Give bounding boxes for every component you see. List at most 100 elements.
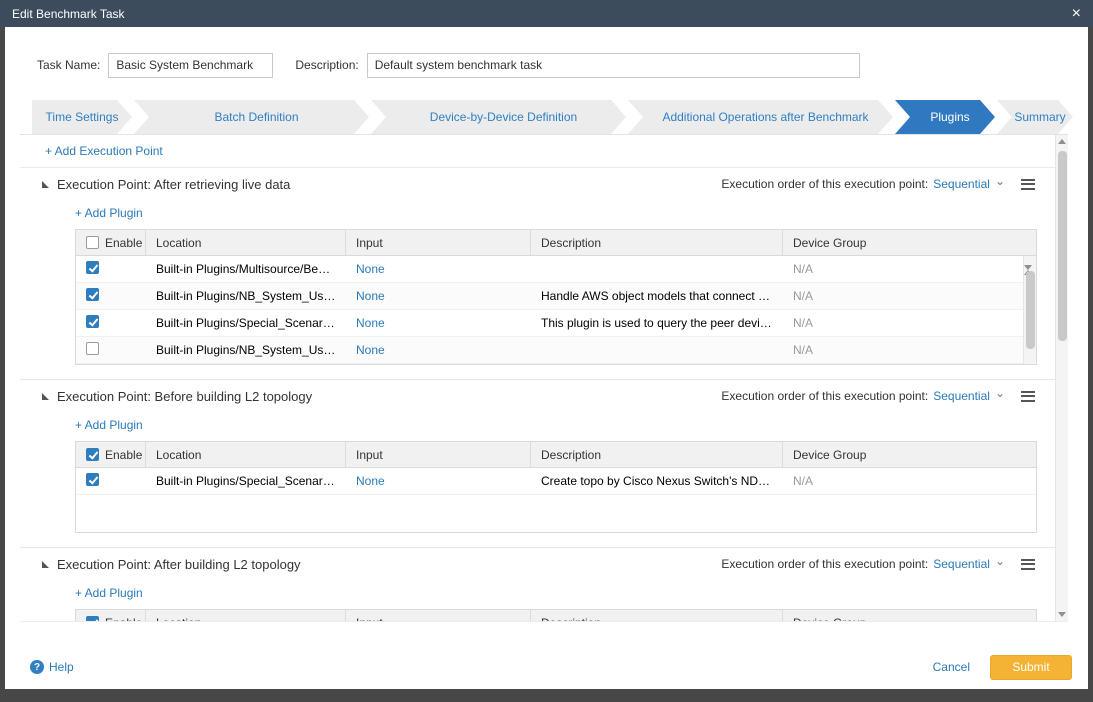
task-name-label: Task Name: <box>37 58 100 72</box>
plugin-description: Create topo by Cisco Nexus Switch's NDP … <box>531 474 783 488</box>
plugin-table: Enable Location Input Description Device… <box>75 609 1037 621</box>
description-label: Description: <box>295 58 358 72</box>
tab-device-by-device-definition[interactable]: Device-by-Device Definition <box>371 100 626 134</box>
menu-icon[interactable] <box>1021 179 1035 190</box>
execution-point-section: Execution Point: After building L2 topol… <box>20 547 1055 621</box>
enable-all-checkbox[interactable] <box>86 236 99 249</box>
menu-icon[interactable] <box>1021 559 1035 570</box>
enable-all-checkbox[interactable] <box>86 616 99 621</box>
device-group-value: N/A <box>783 262 1023 276</box>
scrollbar-thumb[interactable] <box>1058 151 1067 341</box>
enable-checkbox[interactable] <box>86 473 99 486</box>
dialog-title: Edit Benchmark Task <box>12 7 125 21</box>
task-name-input[interactable] <box>108 53 273 78</box>
column-header-device-group: Device Group <box>783 610 1036 621</box>
execution-point-section: Execution Point: After retrieving live d… <box>20 168 1055 365</box>
enable-checkbox[interactable] <box>86 315 99 328</box>
table-row[interactable]: Built-in Plugins/Special_Scenarios/... N… <box>76 310 1023 337</box>
column-header-input: Input <box>346 230 531 255</box>
table-row[interactable]: Built-in Plugins/NB_System_Use/Si... Non… <box>76 337 1023 364</box>
close-icon[interactable]: × <box>1072 6 1081 22</box>
plugin-description: This plugin is used to query the peer de… <box>531 316 783 330</box>
add-plugin-link[interactable]: + Add Plugin <box>75 206 143 220</box>
column-header-device-group: Device Group <box>783 442 1036 467</box>
collapse-triangle-icon[interactable] <box>42 393 49 400</box>
tab-summary[interactable]: Summary <box>997 100 1073 134</box>
input-link[interactable]: None <box>356 316 385 330</box>
chevron-down-icon: ⌄ <box>995 174 1005 188</box>
add-plugin-link[interactable]: + Add Plugin <box>75 418 143 432</box>
collapse-triangle-icon[interactable] <box>42 181 49 188</box>
execution-order-value: Sequential <box>933 557 990 571</box>
chevron-down-icon: ⌄ <box>995 386 1005 400</box>
execution-order-dropdown[interactable]: Sequential ⌄ <box>933 389 1005 403</box>
tab-plugins[interactable]: Plugins <box>895 100 995 134</box>
enable-all-checkbox[interactable] <box>86 448 99 461</box>
device-group-value: N/A <box>783 474 1036 488</box>
column-header-location: Location <box>146 610 346 621</box>
plugin-location: Built-in Plugins/Special_Scenarios/... <box>146 474 346 488</box>
enable-checkbox[interactable] <box>86 288 99 301</box>
execution-order-dropdown[interactable]: Sequential ⌄ <box>933 557 1005 571</box>
execution-order-label: Execution order of this execution point: <box>721 389 928 403</box>
plugin-table: Enable Location Input Description Device… <box>75 441 1037 533</box>
tab-time-settings[interactable]: Time Settings <box>32 100 132 134</box>
table-header-row: Enable Location Input Description Device… <box>76 442 1036 468</box>
help-label: Help <box>49 660 74 674</box>
column-header-location: Location <box>146 230 346 255</box>
scrollbar-thumb[interactable] <box>1026 271 1035 349</box>
execution-point-title: Execution Point: After building L2 topol… <box>57 557 301 572</box>
table-scrollbar[interactable] <box>1023 256 1036 364</box>
input-link[interactable]: None <box>356 343 385 357</box>
edit-benchmark-task-dialog: Edit Benchmark Task × Task Name: Descrip… <box>0 0 1093 702</box>
enable-checkbox[interactable] <box>86 261 99 274</box>
submit-button[interactable]: Submit <box>990 655 1072 680</box>
input-link[interactable]: None <box>356 262 385 276</box>
plugin-location: Built-in Plugins/Multisource/Benc... <box>146 262 346 276</box>
main-scrollbar[interactable] <box>1055 135 1068 621</box>
add-execution-point-link[interactable]: + Add Execution Point <box>45 144 163 158</box>
plugin-location: Built-in Plugins/Special_Scenarios/... <box>146 316 346 330</box>
table-header-row: Enable Location Input Description Device… <box>76 230 1036 256</box>
dialog-body: Task Name: Description: Time Settings Ba… <box>5 27 1088 689</box>
input-link[interactable]: None <box>356 289 385 303</box>
add-plugin-link[interactable]: + Add Plugin <box>75 586 143 600</box>
wizard-tabs: Time Settings Batch Definition Device-by… <box>32 100 1075 134</box>
execution-point-title: Execution Point: Before building L2 topo… <box>57 389 312 404</box>
column-header-enable: Enable <box>105 236 142 250</box>
task-form-row: Task Name: Description: <box>37 52 1068 78</box>
scroll-down-icon[interactable] <box>1056 608 1068 621</box>
description-input[interactable] <box>367 53 860 78</box>
column-header-description: Description <box>531 442 783 467</box>
execution-order-label: Execution order of this execution point: <box>721 557 928 571</box>
table-row[interactable]: Built-in Plugins/Multisource/Benc... Non… <box>76 256 1023 283</box>
device-group-value: N/A <box>783 343 1023 357</box>
execution-point-header: Execution Point: After building L2 topol… <box>20 548 1055 580</box>
column-header-enable: Enable <box>105 448 142 462</box>
tab-batch-definition[interactable]: Batch Definition <box>134 100 369 134</box>
cancel-button[interactable]: Cancel <box>933 660 970 674</box>
plugin-description: Handle AWS object models that connect to… <box>531 289 783 303</box>
execution-order-label: Execution order of this execution point: <box>721 177 928 191</box>
execution-order-dropdown[interactable]: Sequential ⌄ <box>933 177 1005 191</box>
column-header-device-group: Device Group <box>783 230 1036 255</box>
column-header-input: Input <box>346 610 531 621</box>
table-row[interactable]: Built-in Plugins/NB_System_Use/A... None… <box>76 283 1023 310</box>
execution-point-header: Execution Point: Before building L2 topo… <box>20 380 1055 412</box>
execution-point-title: Execution Point: After retrieving live d… <box>57 177 290 192</box>
chevron-down-icon: ⌄ <box>995 554 1005 568</box>
enable-checkbox[interactable] <box>86 342 99 355</box>
dialog-titlebar: Edit Benchmark Task × <box>0 0 1093 27</box>
plugin-table: Enable Location Input Description Device… <box>75 229 1037 365</box>
input-link[interactable]: None <box>356 474 385 488</box>
execution-order-value: Sequential <box>933 177 990 191</box>
table-row[interactable]: Built-in Plugins/Special_Scenarios/... N… <box>76 468 1036 495</box>
execution-point-header: Execution Point: After retrieving live d… <box>20 168 1055 200</box>
scroll-up-icon[interactable] <box>1056 135 1068 148</box>
menu-icon[interactable] <box>1021 391 1035 402</box>
column-header-location: Location <box>146 442 346 467</box>
plugins-content-area: + Add Execution Point Execution Point: A… <box>20 134 1068 622</box>
tab-additional-operations[interactable]: Additional Operations after Benchmark <box>628 100 893 134</box>
collapse-triangle-icon[interactable] <box>42 561 49 568</box>
help-link[interactable]: ? Help <box>30 660 74 674</box>
